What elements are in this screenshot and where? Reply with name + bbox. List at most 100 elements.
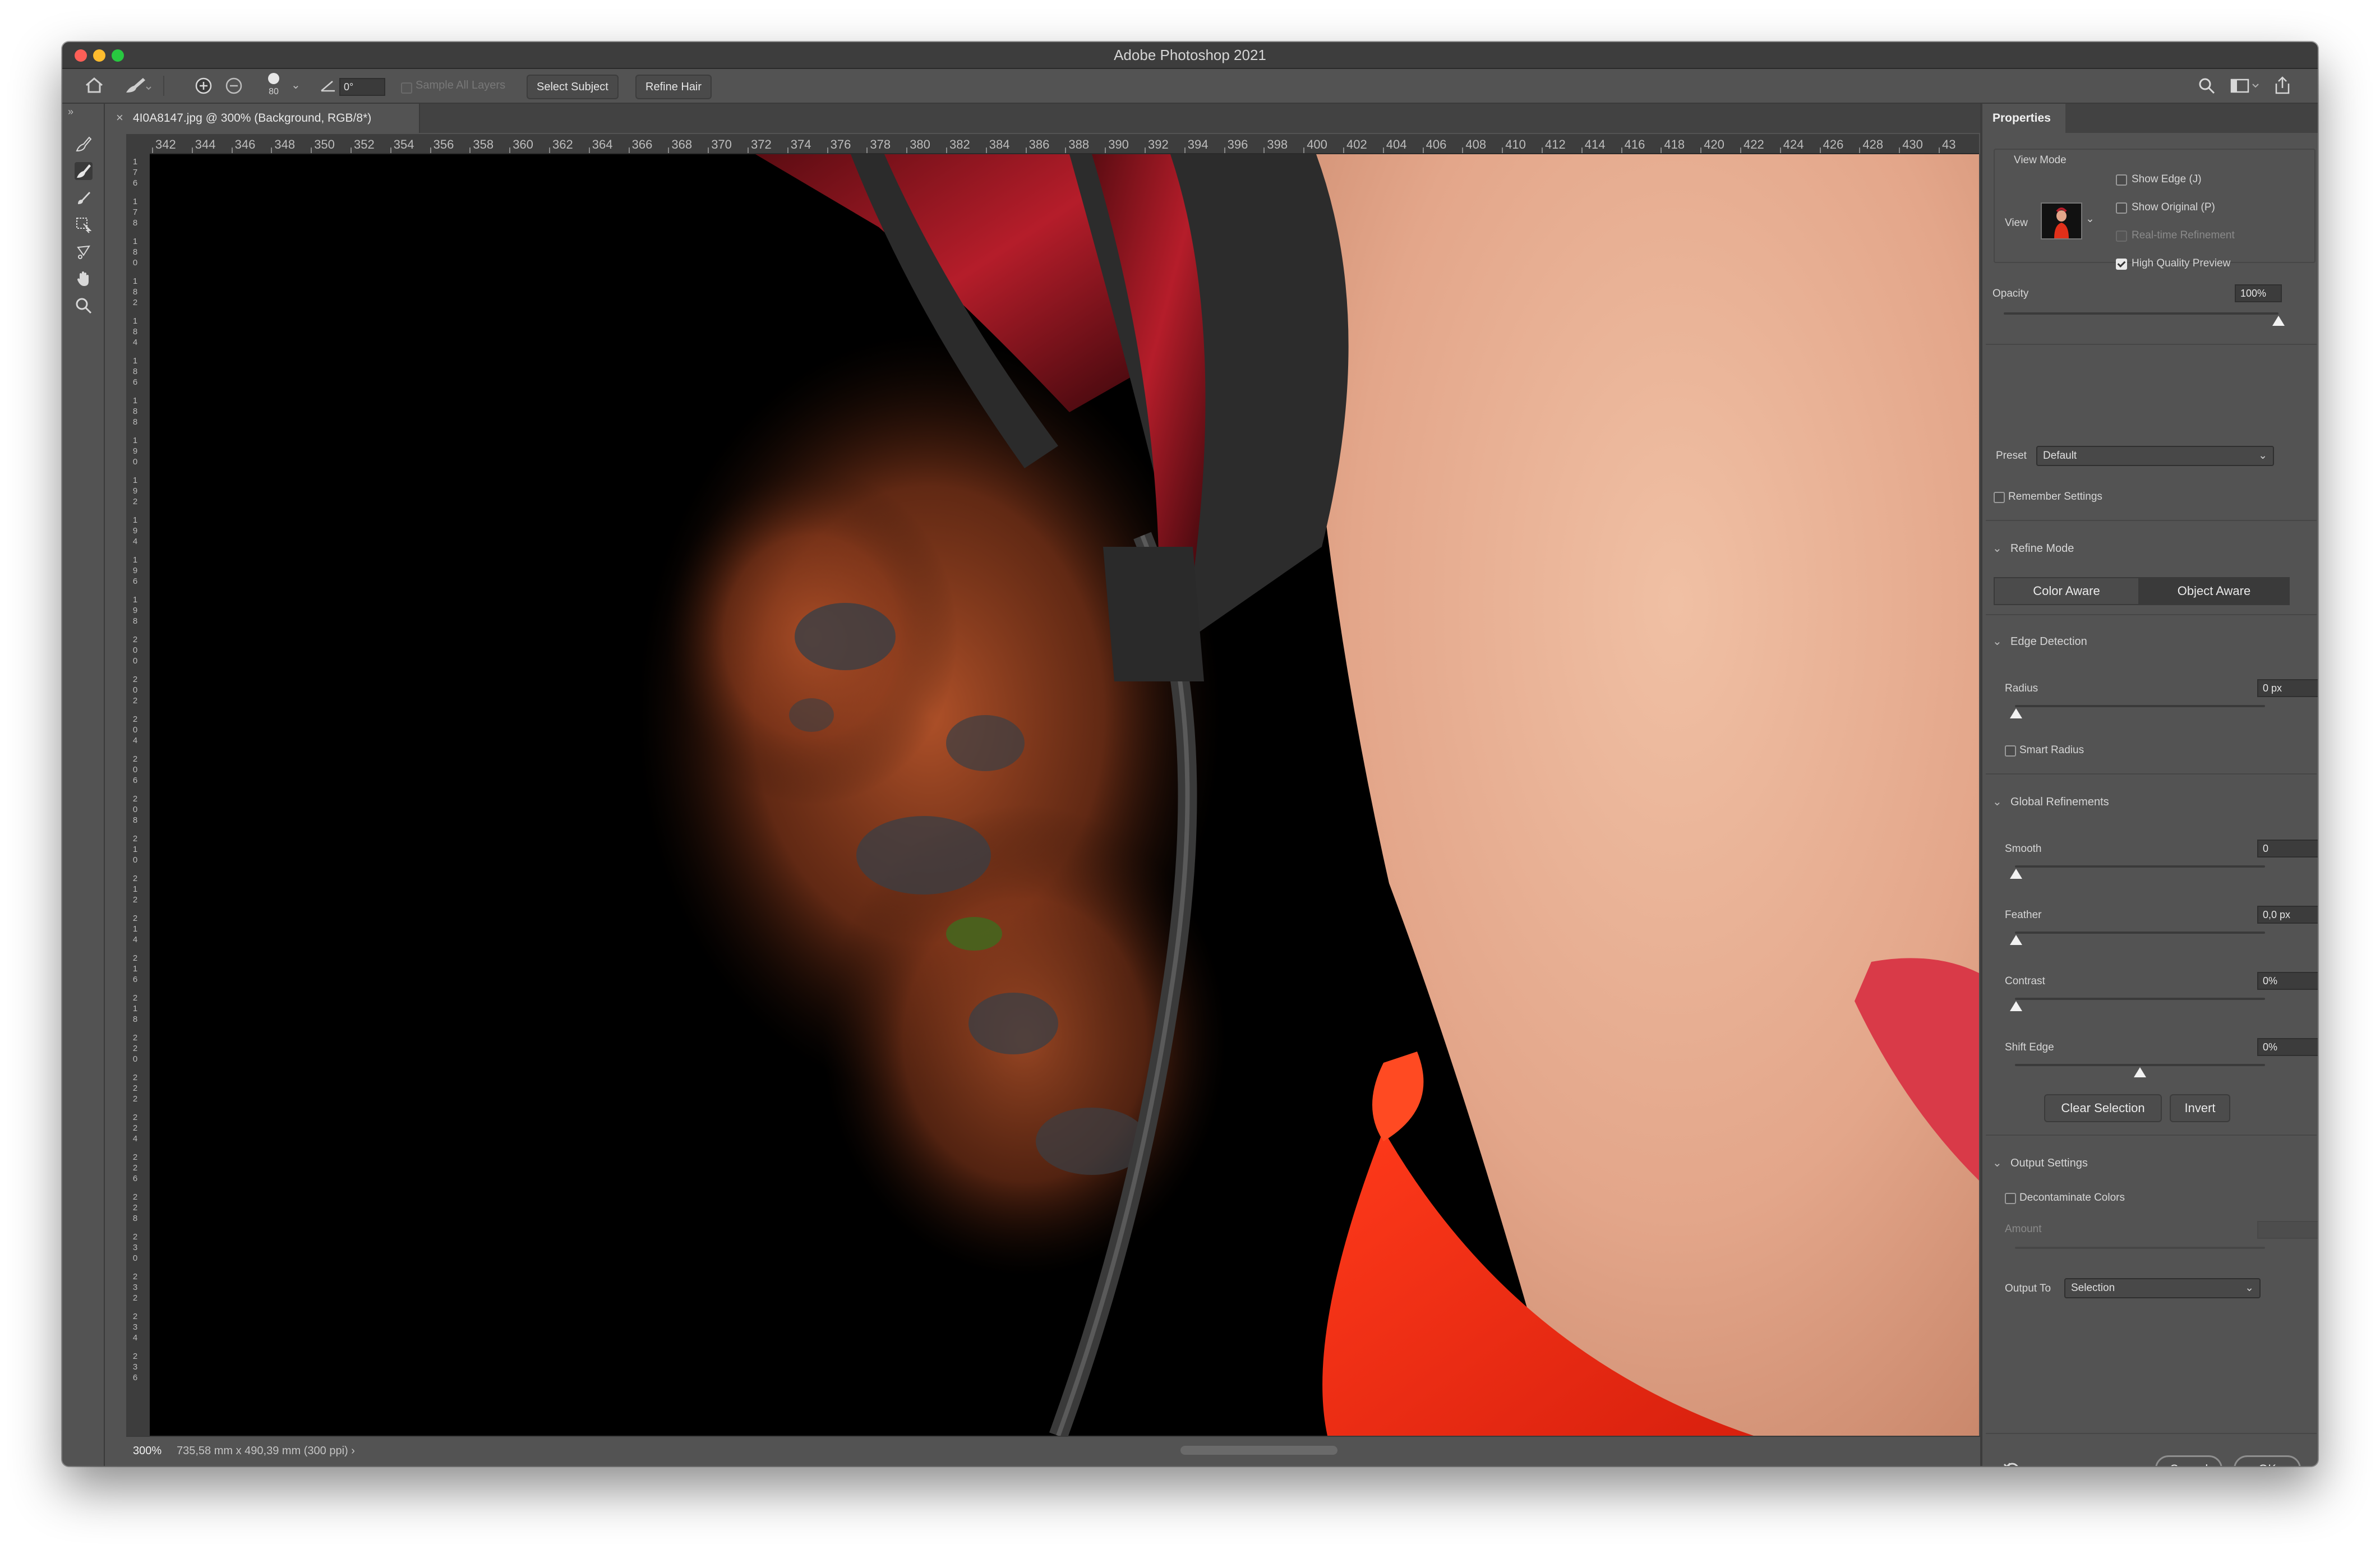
smooth-slider-track[interactable] xyxy=(2015,865,2265,868)
high-quality-preview-label: High Quality Preview xyxy=(2132,257,2231,269)
cancel-button[interactable]: Cancel xyxy=(2155,1455,2222,1466)
home-icon[interactable] xyxy=(85,77,104,97)
document-tab[interactable]: × 4I0A8147.jpg @ 300% (Background, RGB/8… xyxy=(105,104,420,133)
preset-value: Default xyxy=(2043,450,2077,462)
feather-field[interactable]: 0,0 px xyxy=(2257,906,2318,924)
chevron-down-icon[interactable]: ⌄ xyxy=(291,78,301,92)
contrast-label: Contrast xyxy=(2005,975,2045,987)
brush-tool-icon[interactable] xyxy=(75,189,93,207)
ruler-tick-label: 376 xyxy=(830,137,851,151)
show-original-checkbox[interactable] xyxy=(2116,202,2127,214)
ruler-tick-label: 200 xyxy=(132,635,138,666)
collapse-panel-icon[interactable]: » xyxy=(68,106,73,118)
global-refinements-section[interactable]: ⌄ Global Refinements xyxy=(1992,795,2109,809)
high-quality-preview-checkbox[interactable] xyxy=(2116,259,2127,270)
radius-slider-thumb[interactable] xyxy=(2010,708,2022,718)
shift-edge-field[interactable]: 0% xyxy=(2257,1038,2318,1056)
search-icon[interactable] xyxy=(2198,77,2216,98)
view-mode-dropdown-icon[interactable]: ⌄ xyxy=(2086,213,2095,225)
refine-mode-section[interactable]: ⌄ Refine Mode xyxy=(1992,541,2074,555)
refine-edge-brush-tool-icon[interactable] xyxy=(75,162,93,180)
amount-field[interactable] xyxy=(2257,1221,2318,1239)
feather-slider-track[interactable] xyxy=(2015,932,2265,934)
ruler-tick-label: 412 xyxy=(1545,137,1566,151)
preset-dropdown[interactable]: Default ⌄ xyxy=(2036,446,2274,466)
opacity-slider-track[interactable] xyxy=(2004,312,2278,315)
contrast-field[interactable]: 0% xyxy=(2257,972,2318,990)
zoom-level[interactable]: 300% xyxy=(133,1445,162,1458)
opacity-slider-thumb[interactable] xyxy=(2272,316,2285,326)
ruler-tick-label: 430 xyxy=(1902,137,1923,151)
chevron-right-icon: › xyxy=(351,1445,355,1457)
realtime-refinement-checkbox[interactable] xyxy=(2116,230,2127,242)
feather-slider-thumb[interactable] xyxy=(2010,935,2022,945)
quick-selection-tool-icon[interactable] xyxy=(75,135,93,153)
shift-edge-slider-track[interactable] xyxy=(2015,1064,2265,1066)
vertical-ruler[interactable]: 176 178 180 182 184 186 188 190 192 194 196 198 200 2… xyxy=(126,153,151,1436)
color-aware-button[interactable]: Color Aware xyxy=(1994,577,2139,605)
show-edge-checkbox[interactable] xyxy=(2116,174,2127,186)
ruler-tick xyxy=(588,147,590,153)
ruler-tick-label: 406 xyxy=(1426,137,1447,151)
angle-field[interactable]: 0° xyxy=(339,78,385,96)
add-to-selection-icon[interactable] xyxy=(195,77,213,98)
ruler-tick xyxy=(191,147,193,153)
opacity-field[interactable]: 100% xyxy=(2235,284,2282,302)
ruler-tick-label: 342 xyxy=(155,137,176,151)
amount-slider-track[interactable] xyxy=(2015,1247,2265,1249)
close-document-icon[interactable]: × xyxy=(116,110,123,125)
ruler-tick-label: 218 xyxy=(132,993,138,1024)
brush-size-picker[interactable]: 80 xyxy=(264,71,283,97)
workspace-icon[interactable] xyxy=(2230,77,2259,98)
output-to-value: Selection xyxy=(2071,1282,2115,1294)
shift-edge-slider-thumb[interactable] xyxy=(2134,1067,2146,1077)
ruler-tick-label: 182 xyxy=(132,276,138,307)
radius-slider-track[interactable] xyxy=(2015,705,2265,707)
document-info[interactable]: 735,58 mm x 490,39 mm (300 ppi) › xyxy=(177,1445,355,1458)
zoom-tool-icon[interactable] xyxy=(75,297,93,315)
angle-icon xyxy=(320,79,337,96)
smooth-slider-thumb[interactable] xyxy=(2010,869,2022,879)
contrast-slider-track[interactable] xyxy=(2015,998,2265,1000)
ruler-tick-label: 400 xyxy=(1307,137,1327,151)
refine-hair-button[interactable]: Refine Hair xyxy=(635,75,712,99)
decontaminate-colors-checkbox[interactable] xyxy=(2005,1193,2016,1204)
select-subject-button[interactable]: Select Subject xyxy=(527,75,619,99)
radius-field[interactable]: 0 px xyxy=(2257,679,2318,697)
object-selection-tool-icon[interactable] xyxy=(75,216,93,234)
ruler-origin[interactable] xyxy=(126,134,150,153)
ruler-tick-label: 420 xyxy=(1704,137,1724,151)
opacity-label: Opacity xyxy=(1992,288,2029,299)
subtract-from-selection-icon[interactable] xyxy=(225,77,243,98)
view-mode-thumbnail[interactable] xyxy=(2041,202,2082,239)
hand-tool-icon[interactable] xyxy=(75,270,93,288)
ruler-tick xyxy=(1105,147,1106,153)
ruler-tick-label: 176 xyxy=(132,157,138,188)
image-canvas[interactable] xyxy=(150,154,1979,1436)
ruler-tick xyxy=(628,147,630,153)
lasso-tool-icon[interactable] xyxy=(75,243,93,261)
edge-detection-section[interactable]: ⌄ Edge Detection xyxy=(1992,634,2087,648)
ok-button[interactable]: OK xyxy=(2234,1455,2301,1466)
properties-tab[interactable]: Properties xyxy=(1982,104,2065,133)
ruler-tick-label: 196 xyxy=(132,555,138,586)
smooth-field[interactable]: 0 xyxy=(2257,840,2318,858)
smart-radius-checkbox[interactable] xyxy=(2005,745,2016,757)
refine-edge-brush-tool-preset-icon[interactable] xyxy=(124,76,152,98)
horizontal-ruler[interactable]: 342 344 346 348 350 352 354 356 358 360 362 364 366 3… xyxy=(150,134,1979,154)
sample-all-layers-checkbox[interactable] xyxy=(401,81,412,96)
ruler-tick-label: 43 xyxy=(1942,137,1956,151)
clear-selection-button[interactable]: Clear Selection xyxy=(2044,1094,2162,1122)
object-aware-button[interactable]: Object Aware xyxy=(2138,577,2290,605)
output-settings-section[interactable]: ⌄ Output Settings xyxy=(1992,1156,2088,1170)
ruler-tick-label: 364 xyxy=(592,137,613,151)
ruler-tick-label: 388 xyxy=(1068,137,1090,151)
share-icon[interactable] xyxy=(2274,76,2291,98)
invert-button[interactable]: Invert xyxy=(2170,1094,2230,1122)
remember-settings-checkbox[interactable] xyxy=(1994,492,2005,503)
output-to-dropdown[interactable]: Selection ⌄ xyxy=(2064,1278,2261,1298)
horizontal-scroll-thumb[interactable] xyxy=(1180,1446,1337,1455)
ruler-tick xyxy=(1899,147,1901,153)
contrast-slider-thumb[interactable] xyxy=(2010,1001,2022,1011)
reset-icon[interactable] xyxy=(2003,1460,2022,1466)
